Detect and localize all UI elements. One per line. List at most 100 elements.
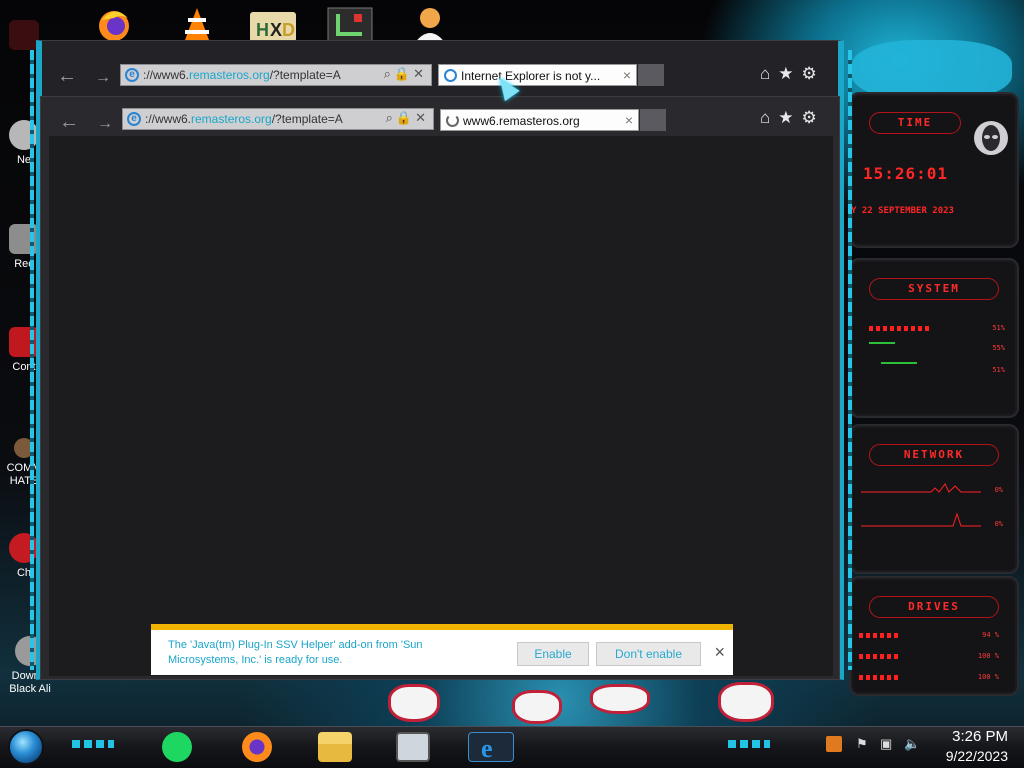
enable-button[interactable]: Enable [517, 642, 589, 666]
favorites-icon[interactable]: ★ [778, 64, 801, 83]
url-domain: remasteros.org [191, 112, 272, 126]
clock-time[interactable]: 3:26 PM [940, 728, 1008, 745]
vlc-icon[interactable] [175, 4, 219, 44]
user-icon[interactable] [408, 4, 452, 44]
forward-button[interactable]: → [92, 114, 118, 136]
favorites-icon[interactable]: ★ [778, 108, 801, 127]
wallpaper-cyan-shape [852, 40, 1012, 100]
close-icon[interactable]: ✕ [413, 66, 427, 81]
search-icon[interactable]: ⌕ [386, 110, 396, 125]
start-button[interactable] [8, 729, 44, 765]
tab-close-icon[interactable]: × [625, 112, 633, 128]
file-explorer-icon[interactable] [318, 732, 352, 762]
page-content-area[interactable] [49, 136, 833, 676]
addon-notification-bar: The 'Java(tm) Plug-In SSV Helper' add-on… [151, 624, 733, 675]
system-pct: 51% [992, 324, 1005, 332]
address-url: ://www6.remasteros.org/?template=A [145, 112, 343, 126]
url-suffix: /?template=A [269, 68, 341, 82]
new-tab-button[interactable] [638, 64, 664, 86]
drive-pct: 94 % [982, 631, 999, 639]
firefox-icon[interactable] [92, 4, 136, 44]
forward-button[interactable]: → [90, 68, 116, 90]
firefox-icon[interactable] [242, 732, 272, 762]
back-window-toolbar: ⌂★⚙ [760, 64, 825, 84]
wallpaper-shoe-shape [590, 684, 650, 714]
network-gadget[interactable]: NETWORK 0% 0% [849, 424, 1019, 574]
gadget-title: TIME [869, 112, 961, 134]
gadget-title: DRIVES [869, 596, 999, 618]
task-manager-icon[interactable] [396, 732, 430, 762]
search-icon[interactable]: ⌕ [384, 66, 394, 81]
network-upload-graph [861, 483, 981, 493]
ie-page-icon: e [127, 112, 141, 126]
svg-text:D: D [282, 20, 295, 40]
svg-text:X: X [270, 20, 282, 40]
ie-tab-icon [444, 69, 457, 82]
address-bar[interactable]: e ://www6.remasteros.org/?template=A ⌕🔒✕ [120, 64, 432, 86]
settings-icon[interactable]: ⚙ [802, 64, 825, 83]
address-tools: ⌕🔒✕ [386, 110, 429, 126]
close-icon[interactable]: ✕ [415, 110, 429, 125]
hxd-icon[interactable]: HXD [248, 4, 296, 44]
dont-enable-button[interactable]: Don't enable [596, 642, 701, 666]
drive-bar [859, 675, 899, 680]
back-button[interactable]: ← [56, 112, 82, 134]
tab-ie-not-supported[interactable]: Internet Explorer is not y... × [438, 64, 637, 86]
alien-logo-icon [974, 121, 1008, 155]
system-cpu-bar [869, 326, 929, 331]
settings-icon[interactable]: ⚙ [802, 108, 825, 127]
home-icon[interactable]: ⌂ [760, 108, 778, 127]
drive-pct: 100 % [977, 652, 999, 660]
system-gadget[interactable]: SYSTEM 51% 55% 51% [849, 258, 1019, 418]
system-graph-line [869, 342, 895, 344]
clock-date[interactable]: 9/22/2023 [930, 748, 1008, 764]
ie-page-icon: e [125, 68, 139, 82]
tab-remasteros[interactable]: www6.remasteros.org × [440, 109, 639, 131]
time-gadget[interactable]: TIME 15:26:01 Y 22 SEPTEMBER 2023 [849, 92, 1019, 248]
url-domain: remasteros.org [189, 68, 270, 82]
tab-close-icon[interactable]: × [623, 67, 631, 83]
address-tools: ⌕🔒✕ [384, 66, 427, 82]
drive-pct: 100 % [977, 673, 999, 681]
url-suffix: /?template=A [271, 112, 343, 126]
action-center-icon[interactable]: ⚑ [856, 736, 868, 752]
window-glow-right [848, 50, 852, 670]
drive-bar [859, 633, 899, 638]
drive-bar [859, 654, 899, 659]
address-bar[interactable]: e ://www6.remasteros.org/?template=A ⌕🔒✕ [122, 108, 434, 130]
home-icon[interactable]: ⌂ [760, 64, 778, 83]
internet-explorer-icon[interactable]: e [468, 732, 514, 763]
tab-title: Internet Explorer is not y... [461, 69, 601, 83]
network-value: 0% [994, 486, 1003, 494]
back-button[interactable]: ← [54, 66, 80, 88]
notification-close-icon[interactable]: × [714, 642, 725, 663]
gadget-title: NETWORK [869, 444, 999, 466]
app-icon[interactable] [326, 4, 373, 44]
wallpaper-shoe-shape [718, 682, 774, 722]
notification-message: The 'Java(tm) Plug-In SSV Helper' add-on… [168, 639, 423, 666]
svg-text:e: e [481, 734, 493, 761]
spotify-icon[interactable] [162, 732, 192, 762]
network-icon[interactable]: ▣ [880, 736, 892, 752]
java-tray-icon[interactable] [826, 736, 842, 752]
front-window-toolbar: ⌂★⚙ [760, 108, 825, 128]
lock-icon[interactable]: 🔒 [396, 110, 415, 125]
lock-icon[interactable]: 🔒 [394, 66, 413, 81]
gadget-date-value: Y 22 SEPTEMBER 2023 [851, 206, 954, 216]
drives-gadget[interactable]: DRIVES 94 % 100 % 100 % [849, 576, 1019, 696]
url-prefix: ://www6. [145, 112, 192, 126]
taskbar-deco-right [728, 740, 770, 748]
network-download-graph [861, 512, 981, 527]
network-value: 0% [994, 520, 1003, 528]
wallpaper-shoe-shape [512, 690, 562, 724]
url-prefix: ://www6. [143, 68, 190, 82]
loading-spinner-icon [446, 114, 459, 127]
system-graph-line [881, 362, 917, 364]
taskbar-deco-left [72, 740, 114, 748]
new-tab-button[interactable] [640, 109, 666, 131]
svg-text:H: H [256, 20, 269, 40]
volume-icon[interactable]: 🔈 [904, 736, 920, 752]
address-url: ://www6.remasteros.org/?template=A [143, 68, 341, 82]
gadget-time-value: 15:26:01 [863, 164, 949, 183]
wallpaper-shoe-shape [388, 684, 440, 722]
